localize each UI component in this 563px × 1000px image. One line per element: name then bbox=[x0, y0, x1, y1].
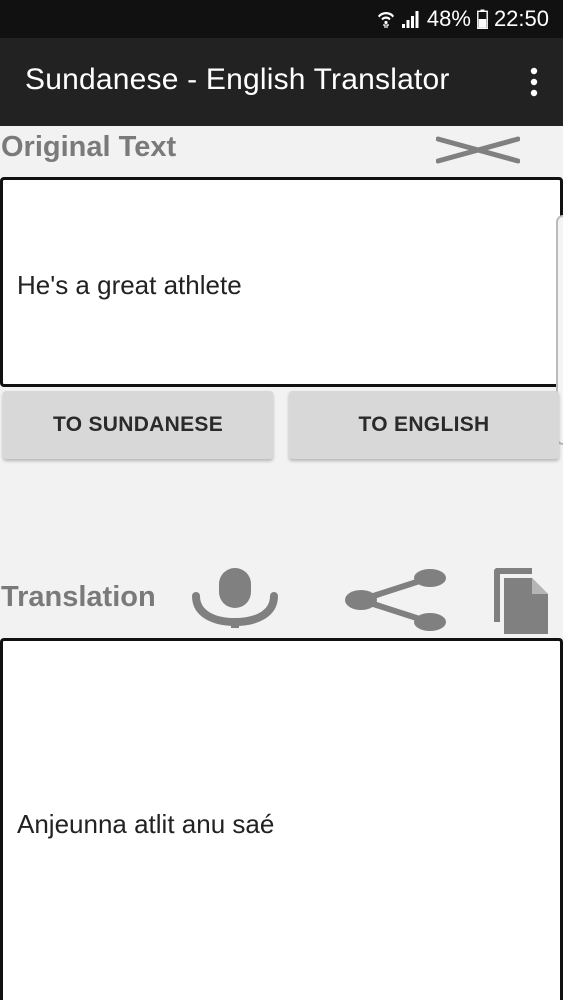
original-text-field[interactable]: He's a great athlete bbox=[0, 177, 563, 387]
to-sundanese-button[interactable]: TO SUNDANESE bbox=[3, 391, 273, 459]
signal-icon bbox=[401, 9, 421, 29]
original-text-value: He's a great athlete bbox=[17, 270, 242, 300]
more-vert-icon[interactable] bbox=[527, 66, 541, 98]
to-english-button[interactable]: TO ENGLISH bbox=[289, 391, 559, 459]
original-text-label: Original Text bbox=[1, 131, 177, 163]
clear-icon[interactable] bbox=[435, 133, 521, 172]
status-indicators: 48% 22:50 bbox=[377, 6, 549, 32]
translation-label: Translation bbox=[1, 581, 156, 613]
app-title: Sundanese - English Translator bbox=[25, 63, 450, 96]
clock: 22:50 bbox=[493, 6, 549, 31]
translation-text-field[interactable]: Anjeunna atlit anu saé bbox=[0, 638, 563, 1000]
app-bar: Sundanese - English Translator bbox=[0, 38, 563, 126]
battery-percent: 48% bbox=[426, 6, 471, 31]
share-icon[interactable] bbox=[343, 567, 451, 638]
copy-icon[interactable] bbox=[492, 566, 550, 641]
microphone-icon[interactable] bbox=[192, 566, 278, 635]
translation-text-value: Anjeunna atlit anu saé bbox=[17, 809, 275, 839]
wifi-icon bbox=[377, 9, 395, 29]
status-bar: 48% 22:50 bbox=[0, 0, 563, 38]
battery-icon bbox=[477, 9, 488, 29]
